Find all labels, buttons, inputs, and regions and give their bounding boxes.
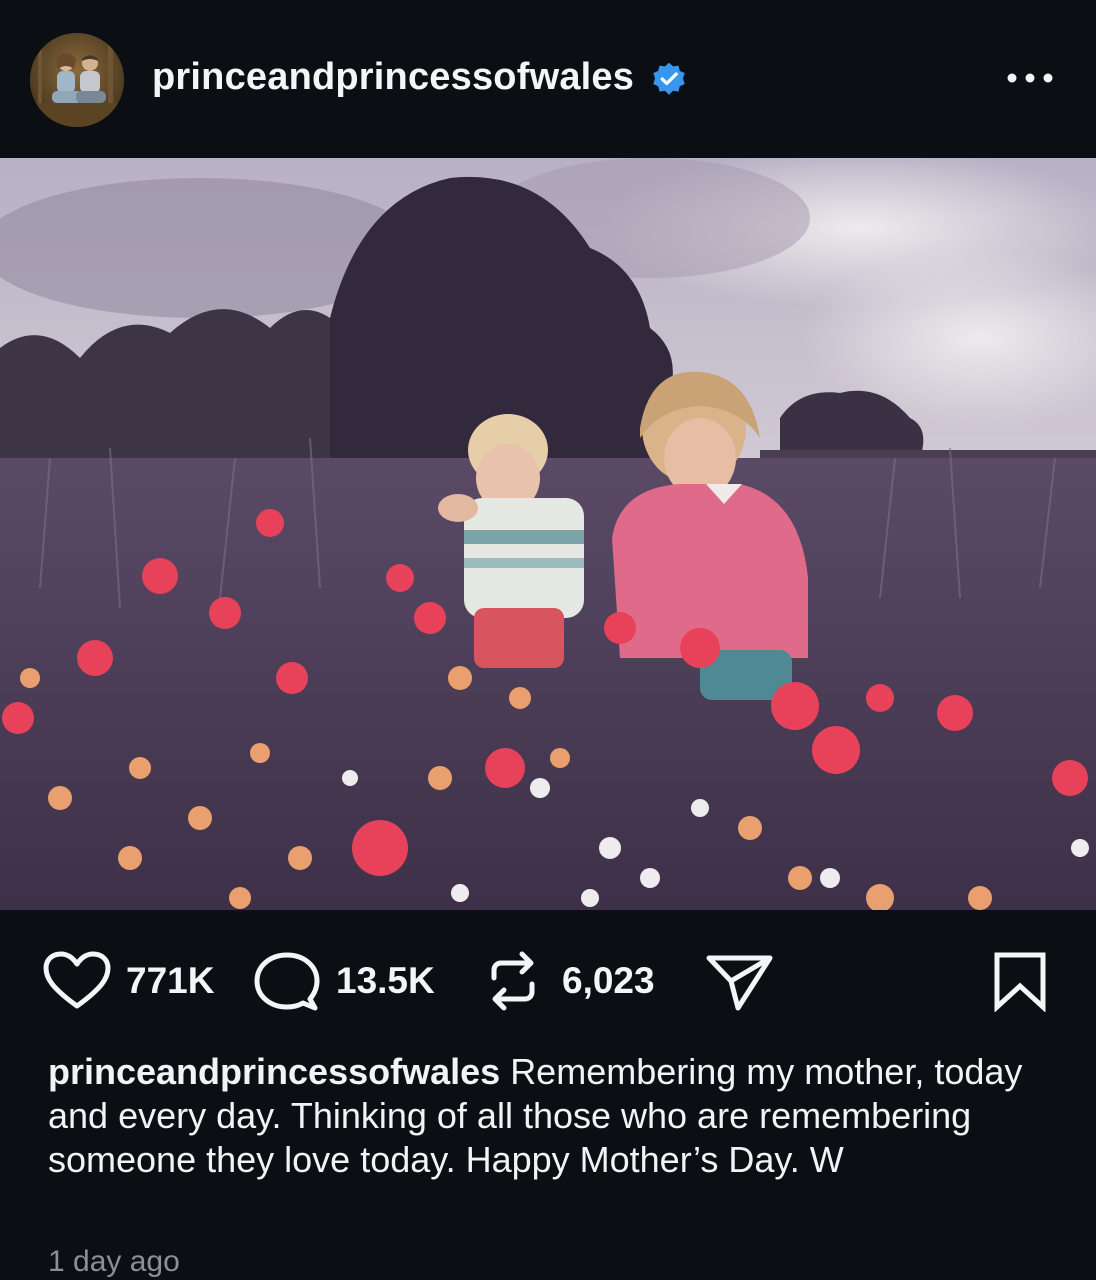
post-caption: princeandprincessofwales Remembering my … bbox=[48, 1050, 1058, 1182]
avatar[interactable] bbox=[30, 33, 124, 127]
comments-count[interactable]: 13.5K bbox=[336, 960, 435, 1002]
reposts-count[interactable]: 6,023 bbox=[562, 960, 655, 1002]
header-username[interactable]: princeandprincessofwales bbox=[152, 56, 634, 99]
share-send-icon[interactable] bbox=[704, 950, 774, 1014]
likes-count[interactable]: 771K bbox=[126, 960, 214, 1002]
comment-icon[interactable] bbox=[252, 950, 322, 1014]
verified-badge-icon bbox=[653, 62, 685, 95]
post-timestamp: 1 day ago bbox=[48, 1245, 180, 1278]
bookmark-icon[interactable] bbox=[992, 950, 1048, 1012]
heart-icon[interactable] bbox=[42, 950, 112, 1012]
post-photo[interactable] bbox=[0, 158, 1096, 910]
more-dots-icon[interactable] bbox=[1000, 58, 1060, 98]
caption-username[interactable]: princeandprincessofwales bbox=[48, 1051, 500, 1092]
post-header: princeandprincessofwales bbox=[0, 0, 1096, 158]
repost-icon[interactable] bbox=[482, 948, 544, 1014]
